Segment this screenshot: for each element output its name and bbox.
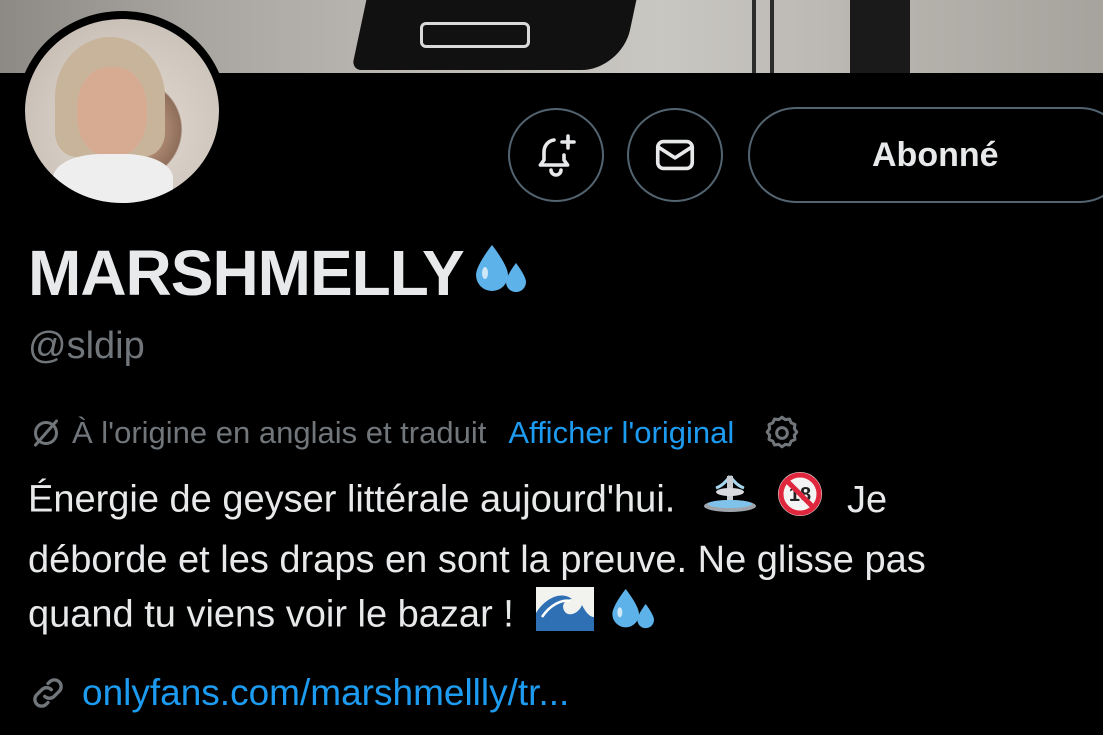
display-name: MARSHMELLY (28, 236, 532, 310)
user-handle: @sldip (28, 325, 145, 367)
sweat-droplets-emoji (472, 236, 532, 310)
translation-notice: À l'origine en anglais et traduit Affich… (28, 413, 802, 453)
water-wave-emoji (536, 587, 595, 646)
following-button-label: Abonné (872, 135, 999, 174)
banner-chain (752, 0, 774, 73)
profile-bio: Énergie de geyser littérale aujourd'hui.… (28, 470, 1088, 646)
banner-buckle (420, 22, 530, 48)
bell-plus-icon (538, 134, 576, 177)
banner-pole (850, 0, 910, 73)
following-button[interactable]: Abonné (748, 107, 1103, 203)
show-original-link[interactable]: Afficher l'original (508, 415, 734, 451)
sweat-droplets-emoji-bio (609, 587, 659, 646)
display-name-text: MARSHMELLY (28, 237, 465, 309)
avatar-top (53, 154, 173, 203)
envelope-icon (655, 139, 695, 171)
profile-link-url[interactable]: onlyfans.com/marshmellly/tr... (82, 672, 569, 714)
link-icon (33, 678, 63, 708)
translation-notice-text: À l'origine en anglais et traduit (72, 415, 487, 450)
gear-icon (765, 415, 799, 449)
avatar-image (25, 19, 219, 203)
bio-line-3: quand tu viens voir le bazar ! (28, 593, 514, 636)
fountain-emoji (702, 472, 758, 531)
profile-link: onlyfans.com/marshmellly/tr... (28, 672, 569, 714)
translation-settings-button[interactable] (762, 413, 802, 453)
bio-line-1-end: Je (847, 478, 888, 521)
no-one-under-eighteen-emoji: 18 (776, 470, 824, 533)
slashed-circle-icon (34, 419, 58, 447)
avatar-face (77, 67, 147, 157)
avatar[interactable] (17, 11, 227, 211)
bio-line-1: Énergie de geyser littérale aujourd'hui. (28, 478, 676, 521)
message-button[interactable] (627, 108, 723, 202)
notify-button[interactable] (508, 108, 604, 202)
bio-line-2: déborde et les draps en sont la preuve. … (28, 539, 926, 581)
